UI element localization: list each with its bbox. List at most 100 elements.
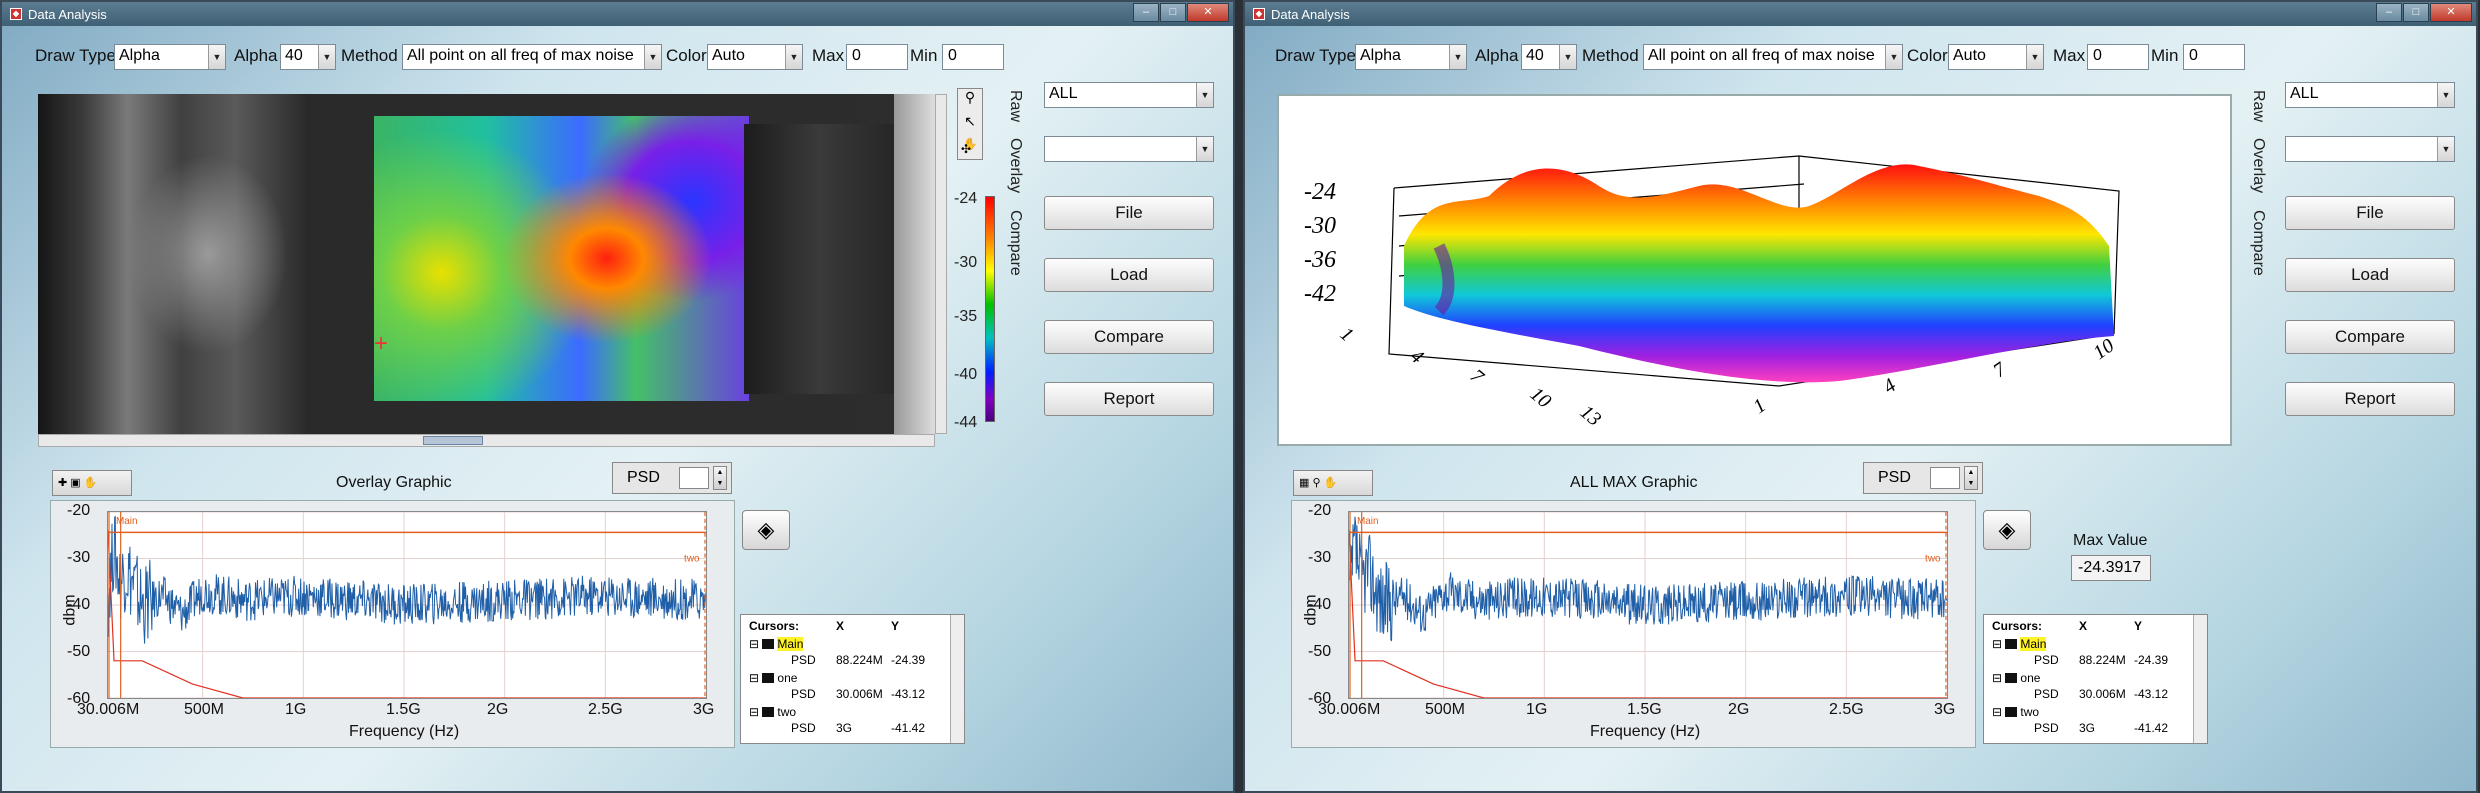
minimize-button[interactable]: – — [1133, 3, 1159, 22]
cursor-move-icon[interactable]: ◈ — [742, 510, 790, 550]
report-button[interactable]: Report — [1044, 382, 1214, 416]
compare-label[interactable]: Compare — [2249, 210, 2267, 276]
maximize-button[interactable]: □ — [1160, 3, 1186, 22]
graph-palette[interactable]: ▦ ⚲ ✋ — [1293, 470, 1373, 496]
y-tick-label: -20 — [67, 502, 91, 519]
file-button[interactable]: File — [2285, 196, 2455, 230]
overlay-label[interactable]: Overlay — [1006, 138, 1024, 193]
cursor-x: 3G — [836, 721, 853, 735]
chevron-down-icon: ▼ — [1885, 45, 1902, 69]
x-tick-label: 500M — [1424, 701, 1465, 718]
method-label: Method — [1582, 46, 1639, 65]
draw-type-select[interactable]: Alpha ▼ — [114, 44, 226, 70]
cursor-legend-header: X — [836, 619, 845, 633]
method-select[interactable]: All point on all freq of max noise ▼ — [1643, 44, 1903, 70]
min-input[interactable]: 0 — [2183, 44, 2245, 70]
raw-label[interactable]: Raw — [1006, 90, 1024, 122]
max-input[interactable]: 0 — [2087, 44, 2149, 70]
image-vertical-scrollbar[interactable] — [935, 94, 947, 434]
method-value: All point on all freq of max noise — [1648, 47, 1875, 64]
x-tick: 13 — [1576, 401, 1605, 431]
cursor-row[interactable]: ⊟ two — [741, 705, 946, 721]
compare-button[interactable]: Compare — [2285, 320, 2455, 354]
cursor-legend-header: Cursors: — [1992, 619, 2043, 633]
psd-trace — [1349, 516, 1947, 642]
cursor-legend-header: X — [2079, 619, 2088, 633]
zoom-icon[interactable]: ⚲ — [958, 89, 982, 113]
load-button[interactable]: Load — [1044, 258, 1214, 292]
graph-title: Overlay Graphic — [336, 474, 452, 491]
compare-label[interactable]: Compare — [1006, 210, 1024, 276]
cursor-plot: PSD — [791, 721, 816, 735]
image-horizontal-scrollbar[interactable] — [38, 434, 935, 447]
psd-plot-legend[interactable]: PSD ▲ ▼ — [612, 462, 732, 494]
board-component — [744, 124, 894, 394]
chevron-down-icon: ▼ — [644, 45, 661, 69]
cursor-legend: Cursors: X Y ⊟ Main PSD 88.224M -24.39 ⊟ one PSD… — [740, 614, 965, 744]
x-tick-label: 1.5G — [1626, 701, 1662, 718]
compare-button[interactable]: Compare — [1044, 320, 1214, 354]
psd-plot-legend[interactable]: PSD ▲ ▼ — [1863, 462, 1983, 494]
cursor-x: 88.224M — [836, 653, 883, 667]
report-button[interactable]: Report — [2285, 382, 2455, 416]
draw-type-label: Draw Type — [35, 46, 116, 65]
cursor-row[interactable]: ⊟ Main — [1984, 637, 2189, 653]
maximize-button[interactable]: □ — [2403, 3, 2429, 22]
cursor-legend-scrollbar[interactable] — [950, 615, 964, 743]
y-tick: 10 — [2089, 335, 2118, 364]
min-input[interactable]: 0 — [942, 44, 1004, 70]
close-button[interactable]: ✕ — [1187, 3, 1229, 22]
draw-type-select[interactable]: Alpha ▼ — [1355, 44, 1467, 70]
graph-palette[interactable]: ✚ ▣ ✋ — [52, 470, 132, 496]
raw-label[interactable]: Raw — [2249, 90, 2267, 122]
cursor-plot: PSD — [791, 687, 816, 701]
y-tick-label: -30 — [1308, 549, 1332, 566]
cursor-row[interactable]: ⊟ two — [1984, 705, 2189, 721]
z-tick: -30 — [1304, 213, 1336, 239]
cursor-move-icon[interactable]: ◈ — [1983, 510, 2031, 550]
cursor-values-row: PSD 88.224M -24.39 — [741, 653, 946, 669]
color-label: Color — [666, 46, 707, 65]
psd-graph[interactable]: Main two -20 -30 -40 -50 -60 30.006M 500M 1G 1.5G… — [50, 500, 735, 748]
alpha-select[interactable]: 40 ▼ — [1521, 44, 1577, 70]
close-button[interactable]: ✕ — [2430, 3, 2472, 22]
method-select[interactable]: All point on all freq of max noise ▼ — [402, 44, 662, 70]
board-texture — [128, 154, 288, 354]
color-label: Color — [1907, 46, 1948, 65]
y-tick-label: -50 — [1308, 643, 1332, 660]
file-button[interactable]: File — [1044, 196, 1214, 230]
alpha-select[interactable]: 40 ▼ — [280, 44, 336, 70]
overlay-heatmap-image[interactable]: + — [38, 94, 935, 434]
max-input[interactable]: 0 — [846, 44, 908, 70]
alpha-label: Alpha — [1475, 46, 1519, 65]
cursor-name: ⊟ two — [749, 705, 797, 719]
scroll-thumb[interactable] — [423, 436, 483, 445]
cursor-row[interactable]: ⊟ one — [1984, 671, 2189, 687]
colorbar-tick: -40 — [954, 366, 978, 383]
color-value: Auto — [712, 47, 745, 64]
cursor-label: Main — [116, 516, 138, 527]
cursor-legend-scrollbar[interactable] — [2193, 615, 2207, 743]
chevron-down-icon: ▼ — [785, 45, 802, 69]
psd-graph[interactable]: Main two -20 -30 -40 -50 -60 30.006M 500M 1G 1.5G… — [1291, 500, 1976, 748]
secondary-select[interactable]: ▼ — [1044, 136, 1214, 162]
view-select[interactable]: ALL ▼ — [1044, 82, 1214, 108]
view-select[interactable]: ALL ▼ — [2285, 82, 2455, 108]
load-button[interactable]: Load — [2285, 258, 2455, 292]
surface-3d-plot[interactable]: -24 -30 -36 -42 1 4 7 10 13 1 4 7 10 — [1277, 94, 2232, 446]
cursor-row[interactable]: ⊟ Main — [741, 637, 946, 653]
overlay-label[interactable]: Overlay — [2249, 138, 2267, 193]
color-select[interactable]: Auto ▼ — [707, 44, 803, 70]
cursor-swatch-icon — [2005, 673, 2018, 683]
color-select[interactable]: Auto ▼ — [1948, 44, 2044, 70]
title-bar: ◆ Data Analysis – □ ✕ — [1245, 2, 2476, 26]
y-tick: 1 — [1749, 394, 1770, 418]
spin-arrows-icon[interactable]: ▲ ▼ — [713, 466, 727, 490]
crosshair-tool-icon[interactable]: ✣ — [961, 142, 971, 156]
secondary-select[interactable]: ▼ — [2285, 136, 2455, 162]
pointer-icon[interactable]: ↖ — [958, 113, 982, 137]
spin-arrows-icon[interactable]: ▲ ▼ — [1964, 466, 1978, 490]
cursor-row[interactable]: ⊟ one — [741, 671, 946, 687]
data-analysis-window-overlay: ◆ Data Analysis – □ ✕ Draw Type Alpha ▼ A… — [0, 0, 1235, 793]
minimize-button[interactable]: – — [2376, 3, 2402, 22]
